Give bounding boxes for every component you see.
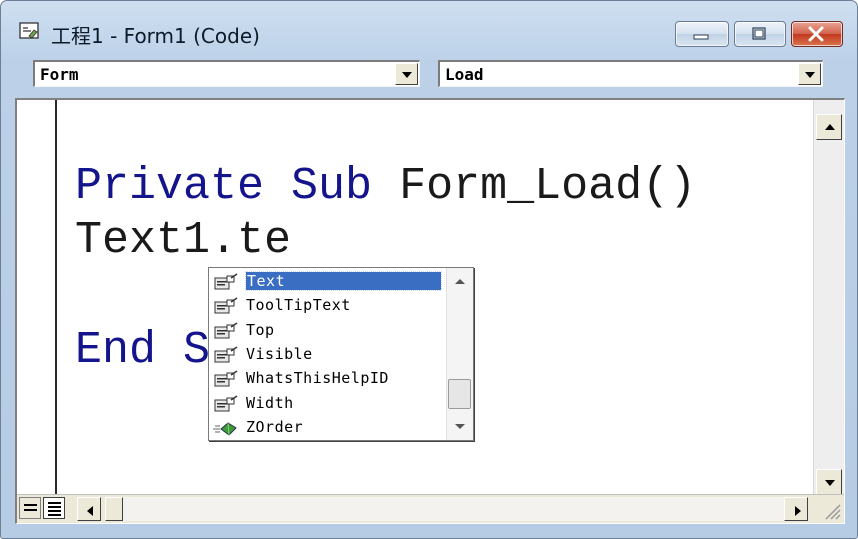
autocomplete-item-label: ToolTipText: [246, 296, 351, 315]
autocomplete-item[interactable]: Width: [212, 393, 445, 415]
autocomplete-item[interactable]: WhatsThisHelpID: [212, 368, 445, 390]
arrow-left-icon: [87, 506, 93, 516]
horizontal-scroll-thumb[interactable]: [105, 497, 123, 521]
window-title: 工程1 - Form1 (Code): [51, 24, 260, 48]
close-button[interactable]: [791, 21, 843, 47]
procedure-dropdown-arrow-button[interactable]: [798, 63, 821, 85]
editor-bottom-bar: [17, 494, 844, 523]
method-icon: [213, 422, 237, 436]
autocomplete-item-label: WhatsThisHelpID: [246, 369, 389, 388]
minimize-icon: [693, 34, 709, 40]
property-icon: [214, 394, 238, 411]
autocomplete-item-label: Width: [246, 393, 294, 412]
code-line-3[interactable]: End S: [75, 328, 210, 373]
minimize-button[interactable]: [675, 21, 729, 47]
autocomplete-item-label: Top: [246, 320, 275, 339]
code-line-2[interactable]: Text1.te: [75, 218, 291, 263]
scroll-down-button[interactable]: [816, 469, 842, 495]
object-dropdown-arrow-button[interactable]: [395, 63, 418, 85]
full-module-view-button[interactable]: [43, 497, 65, 519]
scroll-left-button[interactable]: [77, 497, 101, 521]
autocomplete-list[interactable]: Text ToolTipText Top Visible WhatsThisHelpID…: [208, 267, 474, 441]
autocomplete-item[interactable]: ZOrder: [212, 417, 445, 439]
code-keyword: Private Sub: [75, 161, 400, 212]
autocomplete-item-label: ZOrder: [246, 417, 304, 436]
scroll-up-button[interactable]: [816, 114, 842, 140]
arrow-down-icon: [455, 424, 465, 429]
autocomplete-item[interactable]: Text: [212, 271, 445, 293]
arrow-up-icon: [455, 279, 465, 284]
autocomplete-scroll-down-button[interactable]: [449, 416, 471, 438]
property-icon: [214, 297, 238, 314]
autocomplete-item[interactable]: Top: [212, 320, 445, 342]
property-icon: [214, 346, 238, 363]
vertical-scrollbar[interactable]: [813, 100, 844, 495]
editor-margin[interactable]: [17, 100, 57, 495]
object-dropdown-value: Form: [40, 65, 79, 84]
title-bar[interactable]: 工程1 - Form1 (Code): [1, 1, 857, 53]
procedure-dropdown[interactable]: Load: [438, 60, 823, 87]
autocomplete-item-label: Text: [245, 271, 442, 291]
procedure-view-button[interactable]: [19, 497, 41, 519]
chevron-down-icon: [805, 72, 815, 78]
autocomplete-item[interactable]: Visible: [212, 344, 445, 366]
close-icon: [808, 26, 824, 42]
code-window-icon: [19, 22, 39, 39]
autocomplete-scroll-up-button[interactable]: [449, 271, 471, 293]
property-icon: [214, 370, 238, 387]
arrow-right-icon: [795, 506, 801, 516]
code-text: Form_Load(): [399, 161, 697, 212]
arrow-up-icon: [825, 124, 835, 130]
arrow-down-icon: [825, 480, 835, 486]
restore-icon: [752, 27, 766, 40]
autocomplete-item-label: Visible: [246, 344, 313, 363]
autocomplete-scroll-thumb[interactable]: [448, 379, 471, 409]
code-window: 工程1 - Form1 (Code) Form Load Private Sub…: [0, 0, 858, 539]
procedure-dropdown-value: Load: [445, 65, 484, 84]
chevron-down-icon: [402, 72, 412, 78]
restore-button[interactable]: [734, 21, 786, 47]
horizontal-scrollbar[interactable]: [105, 497, 808, 521]
property-icon: [214, 273, 238, 290]
autocomplete-item[interactable]: ToolTipText: [212, 295, 445, 317]
object-dropdown[interactable]: Form: [33, 60, 420, 87]
resize-grip-icon[interactable]: [822, 501, 842, 521]
scroll-right-button[interactable]: [784, 497, 808, 521]
autocomplete-scrollbar[interactable]: [446, 268, 473, 440]
property-icon: [214, 321, 238, 339]
code-line-1[interactable]: Private Sub Form_Load(): [75, 164, 696, 209]
